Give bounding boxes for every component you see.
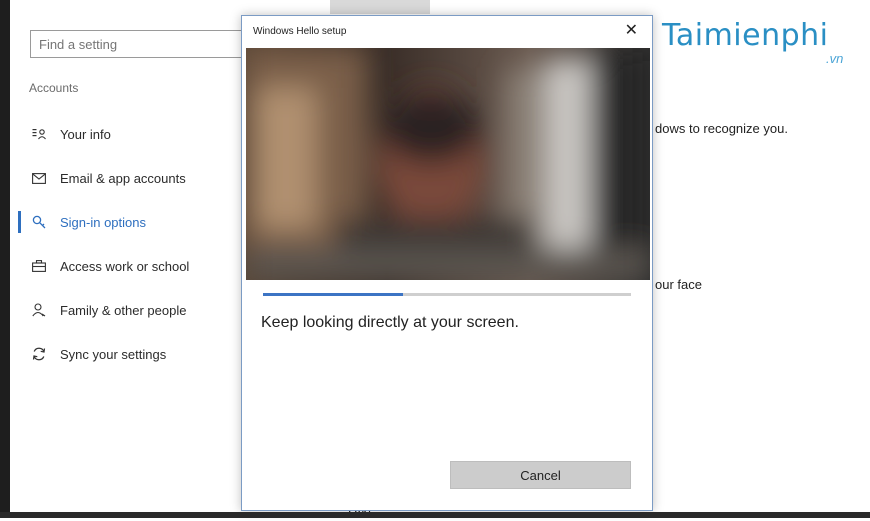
sidebar-item-label: Your info (60, 126, 111, 142)
background-description: dows to recognize you. (655, 121, 788, 136)
person-card-icon (30, 126, 48, 142)
sidebar-item-label: Email & app accounts (60, 170, 186, 186)
mail-icon (30, 170, 48, 186)
people-icon (30, 302, 48, 318)
window-edge (0, 0, 10, 518)
sidebar-item-label: Sign-in options (60, 214, 146, 230)
sidebar-item-your-info[interactable]: Your info (18, 112, 240, 156)
key-icon (30, 214, 48, 230)
background-description: our face (655, 277, 702, 292)
briefcase-icon (30, 258, 48, 274)
background-tab (330, 0, 430, 14)
sidebar-item-sync[interactable]: Sync your settings (18, 332, 240, 376)
sidebar-item-label: Access work or school (60, 258, 190, 274)
settings-nav: Your info Email & app accounts Sign-in o… (18, 112, 240, 376)
progress-bar (263, 293, 631, 296)
sidebar-item-email-accounts[interactable]: Email & app accounts (18, 156, 240, 200)
section-label: Accounts (29, 81, 79, 95)
search-input[interactable] (30, 30, 270, 58)
instruction-message: Keep looking directly at your screen. (261, 314, 519, 331)
sidebar-item-label: Sync your settings (60, 346, 167, 362)
camera-preview (246, 48, 650, 280)
watermark-suffix: .vn (826, 51, 844, 66)
close-icon[interactable]: ✕ (625, 21, 638, 41)
sidebar-item-access-work[interactable]: Access work or school (18, 244, 240, 288)
cancel-button[interactable]: Cancel (450, 461, 631, 489)
sidebar-item-sign-in-options[interactable]: Sign-in options (18, 200, 240, 244)
sync-icon (30, 346, 48, 362)
dialog-title: Windows Hello setup (253, 26, 347, 37)
sidebar-item-family[interactable]: Family & other people (18, 288, 240, 332)
windows-hello-dialog: Windows Hello setup ✕ Keep looking direc… (241, 15, 653, 511)
sidebar-item-label: Family & other people (60, 302, 187, 318)
watermark-logo: Taimienphi (662, 18, 829, 53)
progress-fill (263, 293, 403, 296)
window-edge-bottom (0, 512, 870, 518)
